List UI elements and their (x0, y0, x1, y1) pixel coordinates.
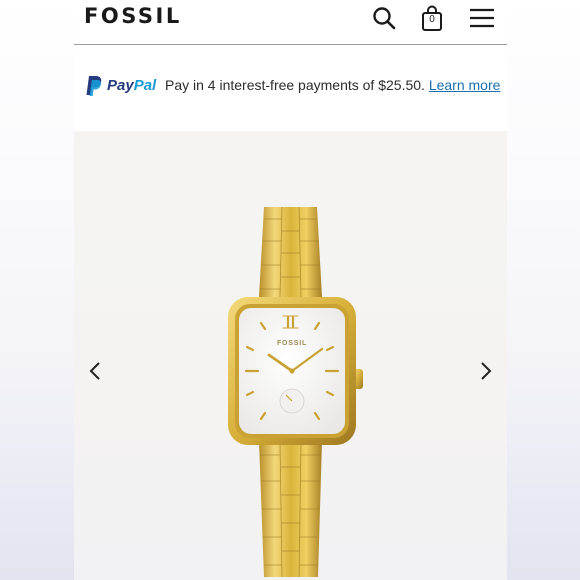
cart-count: 0 (429, 14, 435, 25)
right-backdrop (506, 0, 580, 580)
shopping-bag-button[interactable]: 0 (418, 4, 446, 32)
paypal-logo: PayPal (85, 75, 161, 97)
paypal-wordmark-pay: Pay (107, 77, 134, 94)
chevron-left-icon (89, 362, 100, 380)
paypal-wordmark: PayPal (107, 77, 156, 94)
paypal-promo-banner: PayPal Pay in 4 interest-free payments o… (74, 45, 507, 131)
chevron-right-icon (481, 362, 492, 380)
dial-brand: FOSSIL (277, 340, 307, 347)
paypal-wordmark-pal: Pal (133, 77, 157, 94)
paypal-promo-text: Pay in 4 interest-free payments of $25.5… (165, 77, 500, 93)
paypal-p-icon (86, 76, 102, 96)
site-header: FOSSIL 0 (74, 0, 507, 45)
search-button[interactable] (370, 4, 398, 32)
learn-more-link[interactable]: Learn more (429, 77, 501, 93)
product-page: FOSSIL 0 PayPal Pay in 4 interest-free p… (74, 0, 507, 580)
left-backdrop (0, 0, 74, 580)
next-image-button[interactable] (473, 359, 497, 383)
hamburger-menu-icon (470, 8, 494, 28)
brand-logo[interactable]: FOSSIL (84, 4, 182, 28)
product-image: FOSSIL (228, 206, 363, 578)
menu-button[interactable] (468, 4, 496, 32)
previous-image-button[interactable] (84, 359, 108, 383)
search-icon (373, 7, 396, 30)
product-image-gallery[interactable]: FOSSIL (74, 131, 507, 580)
installment-message: Pay in 4 interest-free payments of $25.5… (165, 77, 425, 93)
